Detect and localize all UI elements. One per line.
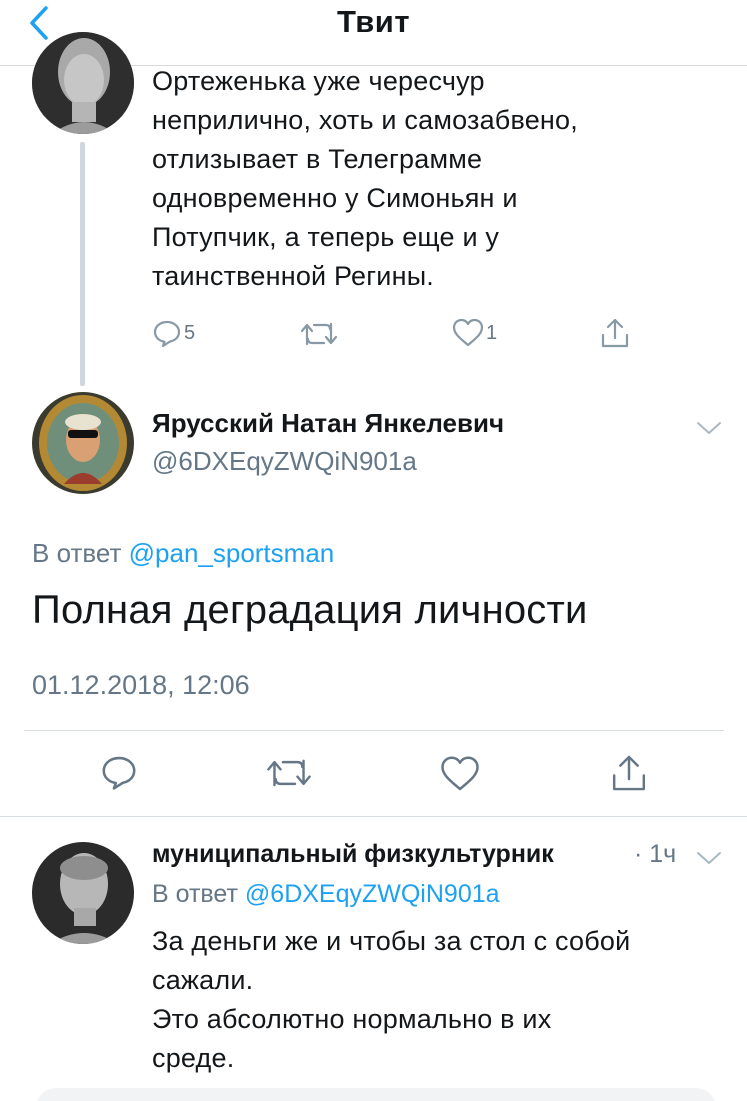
- parent-retweet-button[interactable]: [300, 320, 338, 348]
- tweet-text-line: сажали.: [152, 965, 254, 995]
- main-tweet-author-name[interactable]: Ярусский Натан Янкелевич: [152, 408, 504, 439]
- tweet-text-line: одновременно у Симоньян и: [152, 183, 518, 213]
- share-icon: [612, 755, 646, 791]
- heart-icon: [452, 318, 484, 347]
- parent-share-button[interactable]: [598, 316, 632, 350]
- reply-icon: [102, 756, 136, 790]
- reply-count: 5: [184, 321, 196, 344]
- replying-mention-link[interactable]: @6DXEqyZWQiN901a: [245, 880, 500, 908]
- parent-tweet-text: Ортеженька уже чересчур неприлично, хоть…: [152, 62, 578, 296]
- reply-tweet-avatar[interactable]: [32, 842, 134, 944]
- main-like-button[interactable]: [440, 755, 480, 793]
- reply-tweet-author-name[interactable]: муниципальный физкультурник: [152, 840, 554, 869]
- replying-prefix: В ответ: [152, 880, 238, 908]
- reply-compose-bar[interactable]: [36, 1088, 716, 1101]
- page-title: Твит: [336, 4, 411, 39]
- reply-tweet-text: За деньги же и чтобы за стол с собой саж…: [152, 922, 630, 1078]
- tweet-text-line: Это абсолютно нормально в их: [152, 1004, 552, 1034]
- main-retweet-button[interactable]: [266, 756, 312, 790]
- main-tweet-author-handle[interactable]: @6DXEqyZWQiN901a: [152, 446, 417, 477]
- chevron-down-icon: [697, 422, 721, 434]
- tweet-text-line: Ортеженька уже чересчур: [152, 66, 485, 96]
- parent-reply-button[interactable]: 5: [152, 318, 195, 348]
- tweet-text-line: Потупчик, а теперь еще и у: [152, 222, 500, 252]
- main-tweet-text: Полная деградация личности: [32, 588, 588, 632]
- tweet-text-line: отлизывает в Телеграмме: [152, 144, 483, 174]
- parent-like-button[interactable]: 1: [452, 318, 497, 348]
- main-tweet-replying-to: В ответ @pan_sportsman: [32, 538, 334, 569]
- tweet-text-line: За деньги же и чтобы за стол с собой: [152, 926, 631, 956]
- retweet-icon: [300, 322, 338, 346]
- reply-tweet-replying-to: В ответ @6DXEqyZWQiN901a: [152, 880, 500, 909]
- retweet-icon: [267, 759, 311, 787]
- tweet-text-line: неприлично, хоть и самозабвено,: [152, 105, 578, 135]
- like-count: 1: [486, 321, 498, 344]
- tweet-text-line: таинственной Регины.: [152, 261, 435, 291]
- main-share-button[interactable]: [608, 752, 650, 794]
- reply-icon: [153, 320, 181, 348]
- parent-tweet-avatar[interactable]: [32, 32, 134, 134]
- main-reply-button[interactable]: [100, 753, 138, 791]
- main-tweet-timestamp: 01.12.2018, 12:06: [32, 670, 250, 700]
- heart-icon: [441, 756, 479, 791]
- divider: [24, 730, 724, 731]
- replying-prefix: В ответ: [32, 538, 122, 568]
- reply-tweet-menu-button[interactable]: [696, 850, 722, 871]
- reply-tweet-time: · 1ч: [634, 840, 677, 868]
- main-tweet-avatar[interactable]: [32, 392, 134, 494]
- share-icon: [601, 318, 629, 348]
- chevron-down-icon: [697, 852, 721, 864]
- main-tweet-menu-button[interactable]: [696, 420, 722, 441]
- divider: [0, 816, 747, 817]
- thread-line: [80, 142, 85, 386]
- tweet-text-line: среде.: [152, 1043, 235, 1073]
- replying-mention-link[interactable]: @pan_sportsman: [129, 538, 335, 568]
